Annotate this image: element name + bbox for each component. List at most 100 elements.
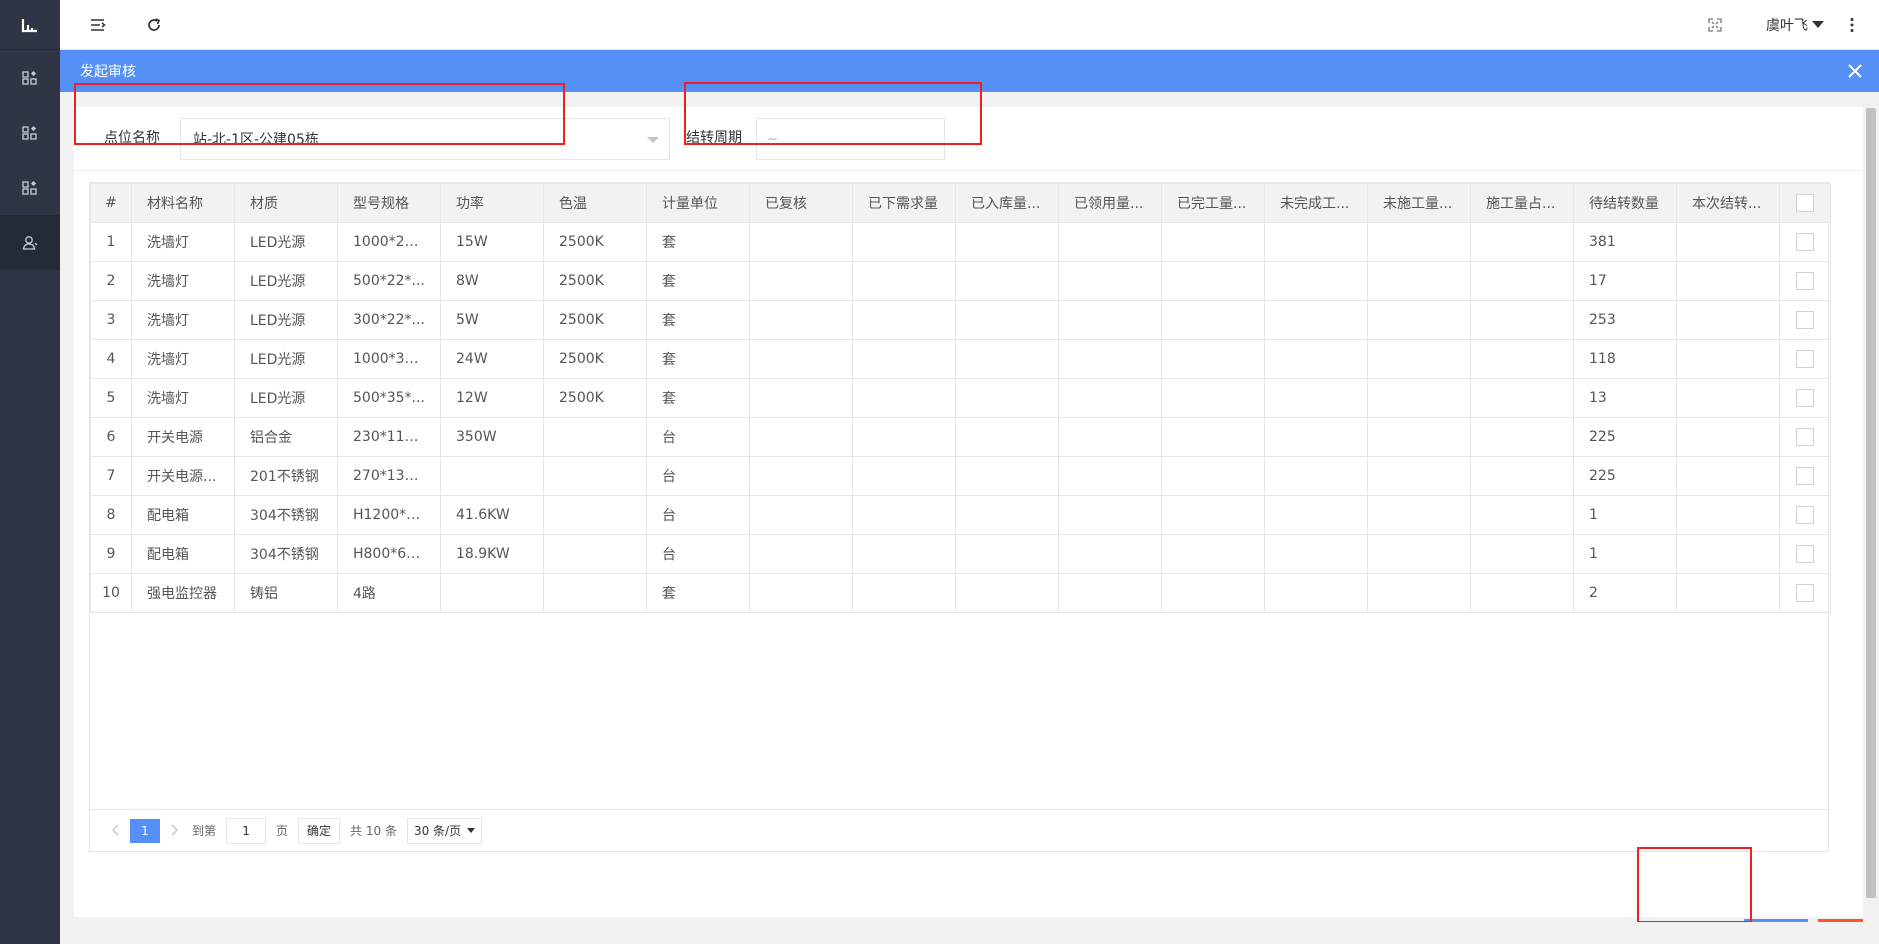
goto-confirm-button[interactable]: 确定	[298, 817, 341, 844]
row-checkbox-cell[interactable]	[1779, 300, 1831, 340]
table-cell	[852, 417, 956, 457]
col-header[interactable]: 未完成工...	[1264, 183, 1368, 223]
table-cell	[1161, 261, 1265, 301]
row-checkbox-cell[interactable]	[1779, 339, 1831, 379]
table-cell: 2500K	[543, 339, 647, 379]
col-header[interactable]: 已下需求量	[852, 183, 956, 223]
table-cell	[1676, 300, 1780, 340]
row-checkbox-cell[interactable]	[1779, 378, 1831, 418]
table-cell	[1161, 534, 1265, 574]
page-number-current[interactable]: 1	[130, 818, 160, 843]
goto-page-input[interactable]: 1	[226, 817, 267, 844]
checkbox[interactable]	[1796, 311, 1814, 329]
col-header[interactable]: 施工量占...	[1470, 183, 1574, 223]
col-header[interactable]: 型号规格	[337, 183, 441, 223]
checkbox[interactable]	[1796, 272, 1814, 290]
sidebar-item-1[interactable]	[0, 50, 60, 105]
table-row[interactable]: 8 配电箱 304不锈钢 H1200*1... 41.6KW 台 1	[90, 495, 1831, 535]
refresh-button[interactable]	[142, 13, 166, 37]
sidebar-item-3[interactable]	[0, 160, 60, 215]
table-row[interactable]: 7 开关电源... 201不锈钢 270*130*... 台 225	[90, 456, 1831, 496]
col-header[interactable]: 已复核	[749, 183, 853, 223]
table-cell	[1161, 573, 1265, 613]
table-cell: 套	[646, 378, 750, 418]
col-header[interactable]: 待结转数量	[1573, 183, 1677, 223]
page-size-value: 30 条/页	[413, 824, 462, 838]
table-row[interactable]: 4 洗墙灯 LED光源 1000*35*... 24W 2500K 套 118	[90, 339, 1831, 379]
table-row[interactable]: 2 洗墙灯 LED光源 500*22*... 8W 2500K 套 17	[90, 261, 1831, 301]
col-header[interactable]: 计量单位	[646, 183, 750, 223]
table-cell	[1058, 339, 1162, 379]
table-cell: H1200*1...	[337, 495, 441, 535]
table-cell	[1161, 339, 1265, 379]
audit-modal: 发起审核 点位名称 站-北-1区-公建05栋 结转周期 ~ # 材料名称 材质 …	[60, 50, 1879, 944]
row-checkbox-cell[interactable]	[1779, 573, 1831, 613]
row-checkbox-cell[interactable]	[1779, 417, 1831, 457]
scrollbar-thumb[interactable]	[1866, 108, 1876, 898]
col-header[interactable]: 未施工量...	[1367, 183, 1471, 223]
modal-close-button[interactable]	[1845, 61, 1865, 81]
checkbox[interactable]	[1796, 389, 1814, 407]
col-header[interactable]: 已领用量...	[1058, 183, 1162, 223]
col-header[interactable]: 已入库量...	[955, 183, 1059, 223]
table-row[interactable]: 10 强电监控器 铸铝 4路 套 2	[90, 573, 1831, 613]
table-cell	[852, 495, 956, 535]
row-checkbox-cell[interactable]	[1779, 456, 1831, 496]
table-cell	[852, 261, 956, 301]
next-page-button[interactable]	[164, 821, 186, 840]
table-cell	[1676, 573, 1780, 613]
row-index: 3	[90, 300, 132, 340]
table-row[interactable]: 1 洗墙灯 LED光源 1000*22*... 15W 2500K 套 381	[90, 222, 1831, 262]
col-header[interactable]: 材料名称	[131, 183, 235, 223]
table-cell	[1058, 534, 1162, 574]
row-checkbox-cell[interactable]	[1779, 222, 1831, 262]
top-bar: 虞叶飞	[60, 0, 1879, 50]
table-row[interactable]: 3 洗墙灯 LED光源 300*22*... 5W 2500K 套 253	[90, 300, 1831, 340]
sidebar-item-4[interactable]	[0, 215, 60, 270]
checkbox[interactable]	[1796, 506, 1814, 524]
col-header[interactable]: 功率	[440, 183, 544, 223]
table-cell: 350W	[440, 417, 544, 457]
table-cell	[1161, 378, 1265, 418]
fullscreen-button[interactable]	[1703, 13, 1727, 37]
checkbox[interactable]	[1796, 350, 1814, 368]
checkbox[interactable]	[1796, 545, 1814, 563]
table-row[interactable]: 6 开关电源 铝合金 230*115*... 350W 台 225	[90, 417, 1831, 457]
table-cell	[955, 261, 1059, 301]
checkbox[interactable]	[1796, 194, 1814, 212]
table-cell: 台	[646, 417, 750, 457]
menu-fold-icon	[91, 19, 106, 31]
apps-icon	[22, 180, 37, 195]
col-header[interactable]: 色温	[543, 183, 647, 223]
select-all-checkbox[interactable]	[1779, 183, 1831, 223]
apps-icon	[22, 125, 37, 140]
table-row[interactable]: 9 配电箱 304不锈钢 H800*60... 18.9KW 台 1	[90, 534, 1831, 574]
table-cell	[955, 339, 1059, 379]
more-button[interactable]	[1840, 13, 1864, 37]
col-header[interactable]: 本次结转...	[1676, 183, 1780, 223]
user-name: 虞叶飞	[1766, 18, 1808, 34]
col-header[interactable]: 已完工量...	[1161, 183, 1265, 223]
chevron-left-icon	[112, 824, 119, 836]
checkbox[interactable]	[1796, 467, 1814, 485]
app-logo[interactable]	[0, 0, 60, 50]
table-cell	[1676, 339, 1780, 379]
table-cell	[749, 456, 853, 496]
checkbox[interactable]	[1796, 233, 1814, 251]
checkbox[interactable]	[1796, 428, 1814, 446]
table-row[interactable]: 5 洗墙灯 LED光源 500*35*... 12W 2500K 套 13	[90, 378, 1831, 418]
col-header[interactable]: 材质	[234, 183, 338, 223]
table-cell: 洗墙灯	[131, 300, 235, 340]
row-checkbox-cell[interactable]	[1779, 261, 1831, 301]
menu-toggle-button[interactable]	[86, 13, 110, 37]
vertical-scrollbar[interactable]	[1863, 92, 1879, 922]
user-menu[interactable]: 虞叶飞	[1766, 15, 1824, 35]
checkbox[interactable]	[1796, 584, 1814, 602]
row-checkbox-cell[interactable]	[1779, 534, 1831, 574]
row-checkbox-cell[interactable]	[1779, 495, 1831, 535]
table-cell	[1470, 300, 1574, 340]
table-cell	[543, 573, 647, 613]
prev-page-button[interactable]	[104, 821, 126, 840]
page-size-select[interactable]: 30 条/页	[406, 817, 483, 844]
sidebar-item-2[interactable]	[0, 105, 60, 160]
